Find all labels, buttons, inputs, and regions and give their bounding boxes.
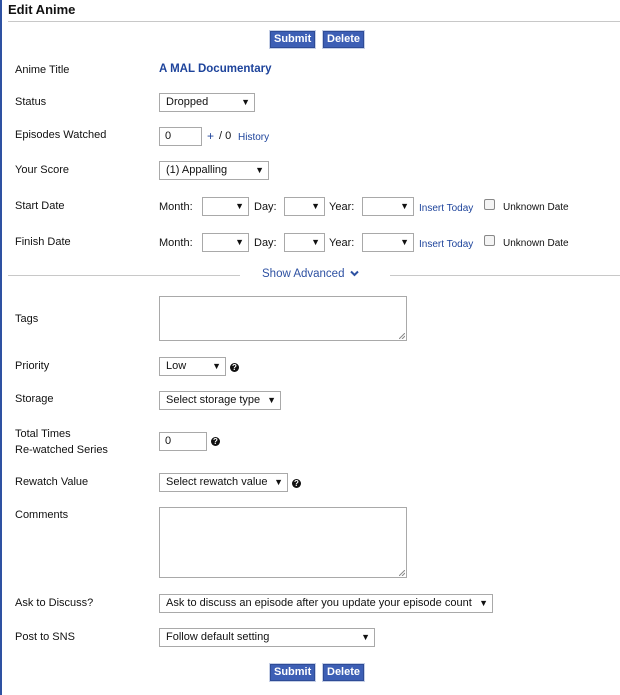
start-date-label: Start Date [15, 200, 65, 212]
start-day-label: Day: [254, 201, 277, 213]
caret-down-icon: ▼ [311, 201, 320, 211]
show-advanced-toggle[interactable]: Show Advanced [262, 268, 359, 280]
tags-label: Tags [15, 313, 39, 325]
finish-month-select[interactable]: ▼ [202, 233, 249, 252]
start-day-select[interactable]: ▼ [284, 197, 325, 216]
status-select[interactable]: Dropped ▼ [159, 93, 255, 112]
caret-down-icon: ▼ [235, 237, 244, 247]
caret-down-icon: ▼ [361, 632, 370, 642]
show-advanced-label: Show Advanced [262, 268, 345, 280]
anime-title-link[interactable]: A MAL Documentary [159, 63, 271, 75]
start-month-label: Month: [159, 201, 193, 213]
start-year-label: Year: [329, 201, 355, 213]
delete-button-bottom[interactable]: Delete [323, 664, 365, 681]
start-year-select[interactable]: ▼ [362, 197, 414, 216]
priority-select[interactable]: Low ▼ [159, 357, 226, 376]
episodes-label: Episodes Watched [15, 129, 107, 141]
start-unknown-checkbox[interactable] [484, 199, 495, 210]
caret-down-icon: ▼ [255, 165, 264, 175]
question-circle-icon[interactable]: ? [292, 479, 301, 488]
rewatch-value-label: Rewatch Value [15, 476, 89, 488]
chevron-down-icon [349, 271, 359, 277]
episodes-total: / 0 [219, 130, 232, 142]
caret-down-icon: ▼ [235, 201, 244, 211]
rewatched-label-line2: Re-watched Series [15, 444, 108, 456]
left-border [0, 0, 2, 695]
ask-discuss-value: Ask to discuss an episode after you upda… [166, 597, 472, 609]
comments-label: Comments [15, 509, 69, 521]
finish-month-label: Month: [159, 237, 193, 249]
ask-discuss-label: Ask to Discuss? [15, 597, 94, 609]
status-label: Status [15, 96, 47, 108]
start-insert-today-link[interactable]: Insert Today [419, 203, 473, 214]
caret-down-icon: ▼ [241, 97, 250, 107]
finish-day-label: Day: [254, 237, 277, 249]
storage-select[interactable]: Select storage type ▼ [159, 391, 281, 410]
resize-handle-icon [399, 570, 405, 576]
storage-label: Storage [15, 393, 54, 405]
score-value: (1) Appalling [166, 164, 228, 176]
start-month-select[interactable]: ▼ [202, 197, 249, 216]
history-link[interactable]: History [238, 132, 269, 143]
episode-increment-button[interactable]: + [207, 129, 214, 143]
score-label: Your Score [15, 164, 70, 176]
delete-button-top[interactable]: Delete [323, 31, 365, 48]
caret-down-icon: ▼ [479, 598, 488, 608]
post-sns-label: Post to SNS [15, 631, 75, 643]
advanced-divider-right [390, 275, 620, 276]
ask-discuss-select[interactable]: Ask to discuss an episode after you upda… [159, 594, 493, 613]
finish-day-select[interactable]: ▼ [284, 233, 325, 252]
caret-down-icon: ▼ [400, 201, 409, 211]
question-circle-icon[interactable]: ? [211, 437, 220, 446]
question-circle-icon[interactable]: ? [230, 363, 239, 372]
resize-handle-icon [399, 333, 405, 339]
finish-year-select[interactable]: ▼ [362, 233, 414, 252]
caret-down-icon: ▼ [311, 237, 320, 247]
finish-unknown-label: Unknown Date [503, 238, 569, 249]
tags-textarea[interactable] [159, 296, 407, 341]
post-sns-value: Follow default setting [166, 631, 270, 643]
page-title: Edit Anime [8, 2, 76, 17]
episodes-input[interactable]: 0 [159, 127, 202, 146]
score-select[interactable]: (1) Appalling ▼ [159, 161, 269, 180]
rewatched-label-line1: Total Times [15, 428, 71, 440]
rewatch-value-value: Select rewatch value [166, 476, 268, 488]
finish-unknown-checkbox[interactable] [484, 235, 495, 246]
priority-label: Priority [15, 360, 50, 372]
caret-down-icon: ▼ [267, 395, 276, 405]
post-sns-select[interactable]: Follow default setting ▼ [159, 628, 375, 647]
finish-year-label: Year: [329, 237, 355, 249]
finish-date-label: Finish Date [15, 236, 71, 248]
start-unknown-label: Unknown Date [503, 202, 569, 213]
submit-button-top[interactable]: Submit [270, 31, 316, 48]
caret-down-icon: ▼ [400, 237, 409, 247]
anime-title-label: Anime Title [15, 64, 70, 76]
finish-insert-today-link[interactable]: Insert Today [419, 239, 473, 250]
rewatched-input[interactable]: 0 [159, 432, 207, 451]
status-value: Dropped [166, 96, 209, 108]
caret-down-icon: ▼ [212, 361, 221, 371]
title-divider [8, 21, 620, 22]
storage-value: Select storage type [166, 394, 261, 406]
rewatch-value-select[interactable]: Select rewatch value ▼ [159, 473, 288, 492]
priority-value: Low [166, 360, 187, 372]
caret-down-icon: ▼ [274, 477, 283, 487]
submit-button-bottom[interactable]: Submit [270, 664, 316, 681]
comments-textarea[interactable] [159, 507, 407, 578]
advanced-divider-left [8, 275, 240, 276]
